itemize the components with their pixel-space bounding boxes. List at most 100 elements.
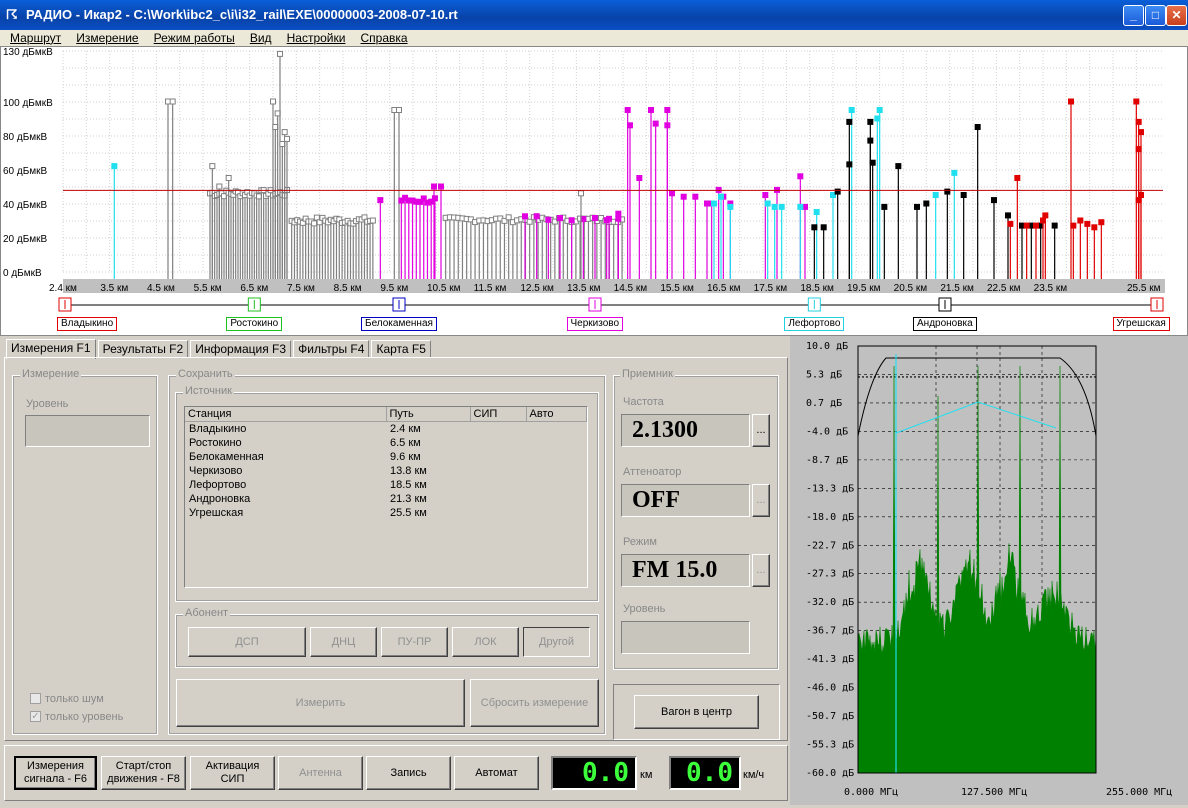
station-label[interactable]: Лефортово [784,317,845,331]
level-marker [846,118,853,125]
level-marker [991,197,997,204]
frequency-edit-button[interactable]: ... [752,414,770,447]
station-row[interactable]: Угрешская 25.5 км [185,506,587,520]
level-marker [762,192,769,198]
station-label[interactable]: Черкизово [566,317,624,331]
center-wagon-button[interactable]: Вагон в центр [634,695,759,729]
station-path-cell: 18.5 км [390,479,427,491]
col-auto[interactable]: Авто [526,407,587,422]
y-tick-label: 0 дБмкВ [3,268,42,279]
level-marker [874,115,881,122]
x-tick-label: 20.5 км [894,283,928,294]
spectrum-y-tick: -22.7 дБ [806,540,854,551]
maximize-button[interactable]: □ [1145,5,1166,26]
only-noise-checkbox[interactable] [30,693,41,704]
menu-settings[interactable]: Настройки [281,30,352,46]
signal-measure-button[interactable]: Измерения сигнала - F6 [14,756,97,790]
station-label[interactable]: Угрешская [1112,317,1170,331]
level-marker [377,197,384,204]
station-label[interactable]: Белокаменная [361,317,437,331]
spectrum-panel[interactable]: 10.0 дБ 5.3 дБ 0.7 дБ -4.0 дБ -8.7 дБ -13.3 д… [790,336,1188,805]
speed-display: 0.0 [669,756,741,790]
attenuator-edit-button[interactable]: ... [752,484,770,517]
station-row[interactable]: Андроновка 21.3 км [185,492,587,506]
start-stop-button[interactable]: Старт/стоп движения - F8 [101,756,186,790]
mode-edit-button[interactable]: ... [752,554,770,587]
attenuator-field: OFF [621,484,750,517]
level-marker [881,203,888,210]
level-field [25,415,150,447]
spectrum-x-tick: 127.500 МГц [961,787,1027,798]
station-row[interactable]: Владыкино 2.4 км [185,422,587,437]
tab-info[interactable]: Информация F3 [190,340,292,358]
level-marker [834,188,841,195]
col-path[interactable]: Путь [386,407,471,422]
lok-button[interactable]: ЛОК [452,627,519,657]
menu-route[interactable]: Маршрут [0,30,67,46]
reset-measurement-button[interactable]: Сбросить измерение [470,679,599,727]
station-name-cell: Черкизово [189,465,243,477]
station-row[interactable]: Лефортово 18.5 км [185,478,587,492]
level-marker [867,118,874,125]
distance-display: 0.0 [551,756,637,790]
pu-pr-button[interactable]: ПУ-ПР [381,627,448,657]
auto-button[interactable]: Автомат [454,756,539,790]
level-marker [1077,217,1084,224]
col-station[interactable]: Станция [185,407,387,422]
spectrum-y-tick: -18.0 дБ [806,512,854,523]
spectrum-y-tick: -36.7 дБ [806,626,854,637]
route-level-graph[interactable]: 130 дБмкВ 100 дБмкВ 80 дБмкВ 60 дБмкВ 40 дБм… [0,46,1188,336]
x-tick-label: 6.5 км [240,283,268,294]
station-list[interactable]: Станция Путь СИП Авто Владыкино 2.4 км Рос… [184,406,588,588]
level-marker [876,107,883,113]
col-sip[interactable]: СИП [470,407,527,422]
level-marker [797,203,804,210]
station-path-cell: 21.3 км [390,493,427,505]
record-button[interactable]: Запись [366,756,451,790]
app-icon: ☈ [6,7,18,22]
x-tick-label: 7.5 км [287,283,315,294]
level-marker [932,192,939,198]
station-name-cell: Угрешская [189,507,244,519]
dsp-button[interactable]: ДСП [188,627,306,657]
station-label[interactable]: Владыкино [57,317,118,331]
tab-measurements[interactable]: Измерения F1 [6,339,96,359]
level-marker [1133,98,1140,105]
measure-button[interactable]: Измерить [176,679,465,727]
level-marker [281,129,288,136]
station-path-cell: 2.4 км [390,423,421,435]
level-marker [111,163,118,170]
menu-measurement[interactable]: Измерение [70,30,144,46]
station-row[interactable]: Черкизово 13.8 км [185,464,587,478]
dnc-button[interactable]: ДНЦ [310,627,377,657]
level-marker [1135,197,1142,204]
station-row[interactable]: Ростокино 6.5 км [185,436,587,450]
level-marker [1007,220,1014,227]
tab-filters[interactable]: Фильтры F4 [293,340,370,358]
only-level-checkbox[interactable]: ✓ [30,711,41,722]
menu-mode[interactable]: Режим работы [148,30,241,46]
level-marker [648,107,654,113]
tab-map[interactable]: Карта F5 [371,340,431,358]
frequency-field: 2.1300 [621,414,750,447]
spectrum-y-tick: -55.3 дБ [806,740,854,751]
tab-results[interactable]: Результаты F2 [97,340,189,358]
level-marker [778,203,785,210]
sip-activation-button[interactable]: Активация СИП [190,756,275,790]
level-marker [813,209,820,215]
close-button[interactable]: ✕ [1166,5,1187,26]
station-row[interactable]: Белокаменная 9.6 км [185,450,587,464]
x-tick-label: 15.5 км [660,283,694,294]
menu-view[interactable]: Вид [244,30,278,46]
title-bar[interactable]: ☈ РАДИО - Икар2 - C:\Work\ibc2_c\i\i32_r… [0,0,1188,30]
station-label[interactable]: Андроновка [913,317,977,331]
y-tick-label: 60 дБмкВ [3,166,48,177]
x-tick-label: 25.5 км [1127,283,1161,294]
other-button[interactable]: Другой [523,627,590,657]
station-label[interactable]: Ростокино [226,317,283,331]
antenna-button[interactable]: Антенна [278,756,363,790]
minimize-button[interactable]: _ [1123,5,1144,26]
spectrum-y-tick: 0.7 дБ [806,398,842,409]
level-marker [1023,222,1030,229]
menu-help[interactable]: Справка [355,30,414,46]
